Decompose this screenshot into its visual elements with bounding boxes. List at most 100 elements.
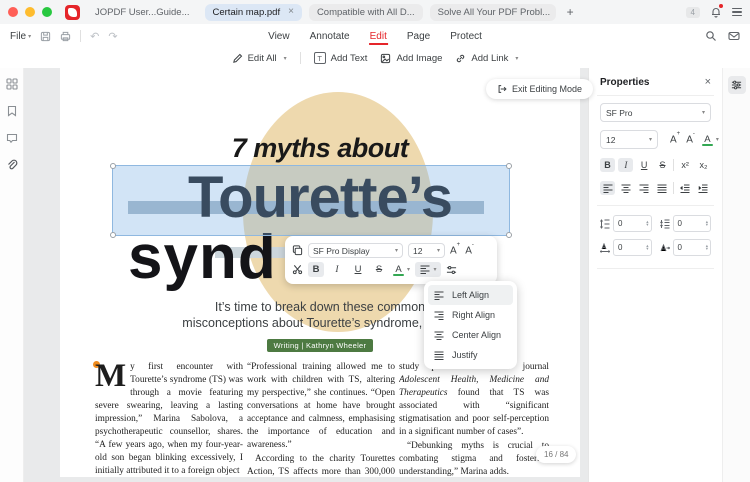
align-left-button[interactable] — [600, 181, 615, 195]
font-color-button[interactable]: A▾ — [701, 134, 719, 145]
add-text-button[interactable]: T Add Text — [314, 52, 368, 64]
underline-button[interactable]: U — [637, 158, 652, 172]
align-right-button[interactable] — [637, 181, 652, 195]
print-icon[interactable] — [60, 31, 71, 42]
menu-view[interactable]: View — [267, 28, 291, 45]
bookmark-icon[interactable] — [6, 105, 18, 117]
exit-editing-mode-button[interactable]: Exit Editing Mode — [486, 79, 593, 99]
line-spacing-control: 0 ▴▾ — [600, 215, 652, 232]
edit-all-button[interactable]: Edit All ▾ — [232, 53, 287, 64]
superscript-button[interactable]: x² — [678, 158, 693, 172]
underline-button[interactable]: U — [350, 262, 366, 277]
exit-icon — [497, 84, 507, 94]
font-family-select[interactable]: SF Pro Display ▾ — [308, 243, 403, 258]
add-link-button[interactable]: Add Link ▾ — [455, 53, 518, 64]
menu-protect[interactable]: Protect — [449, 28, 483, 45]
alignment-button-open[interactable]: ▾ — [415, 262, 441, 277]
feedback-mail-icon[interactable] — [728, 30, 740, 42]
doc-column-1[interactable]: My first encounter with Tourette’s syndr… — [95, 361, 243, 477]
strikethrough-button[interactable]: S — [655, 158, 670, 172]
properties-font-family-select[interactable]: SF Pro ▾ — [600, 103, 711, 122]
doc-title-line1[interactable]: 7 myths about — [60, 133, 580, 164]
attachment-icon[interactable] — [6, 159, 18, 171]
save-icon[interactable] — [40, 31, 51, 42]
thumbnails-icon[interactable] — [6, 78, 18, 90]
italic-button[interactable]: I — [618, 158, 633, 172]
menu-item-center-align[interactable]: Center Align — [428, 325, 513, 345]
menu-edit-active[interactable]: Edit — [369, 28, 388, 45]
selection-handle[interactable] — [506, 163, 512, 169]
menu-item-right-align[interactable]: Right Align — [428, 305, 513, 325]
main-menu-icon[interactable] — [732, 8, 742, 16]
new-tab-button[interactable]: + — [563, 5, 578, 19]
subscript-button[interactable]: x₂ — [696, 158, 711, 172]
selection-handle[interactable] — [110, 232, 116, 238]
chevron-down-icon: ▾ — [716, 136, 719, 143]
search-icon[interactable] — [705, 30, 717, 42]
menu-item-label: Center Align — [452, 330, 501, 340]
stepper-down[interactable]: ▾ — [706, 248, 708, 251]
notifications-bell-icon[interactable] — [710, 6, 722, 18]
character-spacing-control: 0 ▴▾ — [600, 239, 652, 256]
doc-column-2[interactable]: “Professional training allowed me to wor… — [247, 361, 395, 477]
italic-button[interactable]: I — [329, 262, 345, 277]
properties-font-size-select[interactable]: 12 ▾ — [600, 130, 658, 149]
decrease-font-size-button[interactable]: A- — [686, 134, 695, 145]
tab-certain-map-active[interactable]: Certain map.pdf × — [205, 4, 302, 21]
selection-handle[interactable] — [110, 163, 116, 169]
bold-button[interactable]: B — [308, 262, 324, 277]
tab-user-guide[interactable]: JOPDF User...Guide... — [87, 4, 198, 21]
text-selection-box[interactable] — [112, 165, 510, 236]
decrease-font-size-button[interactable]: A- — [465, 245, 474, 256]
properties-sliders-icon[interactable] — [728, 76, 746, 94]
copy-icon[interactable] — [292, 245, 303, 256]
paragraph-spacing-input[interactable]: 0 ▴▾ — [673, 215, 712, 232]
chevron-down-icon: ▾ — [515, 55, 518, 62]
traffic-close-button[interactable] — [8, 7, 18, 17]
align-right-icon — [434, 311, 444, 320]
horizontal-scale-input[interactable]: 0 ▴▾ — [673, 239, 712, 256]
selection-handle[interactable] — [506, 232, 512, 238]
stepper-down[interactable]: ▾ — [646, 224, 648, 227]
menu-annotate[interactable]: Annotate — [309, 28, 351, 45]
cut-scissors-icon[interactable] — [292, 264, 303, 275]
spin-value: 0 — [678, 219, 682, 228]
increase-font-size-button[interactable]: A+ — [670, 134, 680, 145]
tab-close-icon[interactable]: × — [288, 7, 294, 17]
file-menu[interactable]: File▾ — [10, 31, 31, 42]
align-justify-button[interactable] — [655, 181, 670, 195]
comment-icon[interactable] — [6, 132, 18, 144]
chevron-down-icon: ▾ — [395, 247, 398, 254]
strikethrough-button[interactable]: S — [371, 262, 387, 277]
font-size-select[interactable]: 12 ▾ — [408, 243, 445, 258]
traffic-minimize-button[interactable] — [25, 7, 35, 17]
chevron-down-icon: ▾ — [284, 55, 287, 62]
bold-button[interactable]: B — [600, 158, 615, 172]
stepper-down[interactable]: ▾ — [646, 248, 648, 251]
more-format-sliders-icon[interactable] — [446, 265, 457, 275]
menu-page[interactable]: Page — [406, 28, 431, 45]
redo-icon[interactable]: ↷ — [108, 30, 117, 43]
line-spacing-input[interactable]: 0 ▴▾ — [613, 215, 652, 232]
properties-close-icon[interactable]: × — [705, 76, 711, 88]
text-icon: T — [314, 52, 326, 64]
menu-item-label: Right Align — [452, 310, 495, 320]
add-image-button[interactable]: Add Image — [380, 53, 442, 64]
align-justify-icon — [434, 351, 444, 360]
increase-font-size-button[interactable]: A+ — [450, 245, 460, 256]
tab-solve[interactable]: Solve All Your PDF Probl... — [430, 4, 556, 21]
undo-icon[interactable]: ↶ — [90, 30, 99, 43]
doc-column-3[interactable]: study published in the journal Adolescen… — [399, 361, 549, 477]
align-center-button[interactable] — [618, 181, 633, 195]
tab-compatible[interactable]: Compatible with All D... — [309, 4, 423, 21]
window-count-badge[interactable]: 4 — [686, 7, 700, 18]
traffic-zoom-button[interactable] — [42, 7, 52, 17]
font-color-button[interactable]: A▾ — [392, 264, 410, 275]
indent-increase-button[interactable] — [696, 181, 711, 195]
left-sidebar — [0, 68, 24, 482]
menu-item-left-align[interactable]: Left Align — [428, 285, 513, 305]
stepper-down[interactable]: ▾ — [706, 224, 708, 227]
menu-item-justify[interactable]: Justify — [428, 345, 513, 365]
indent-decrease-button[interactable] — [678, 181, 693, 195]
character-spacing-input[interactable]: 0 ▴▾ — [613, 239, 652, 256]
